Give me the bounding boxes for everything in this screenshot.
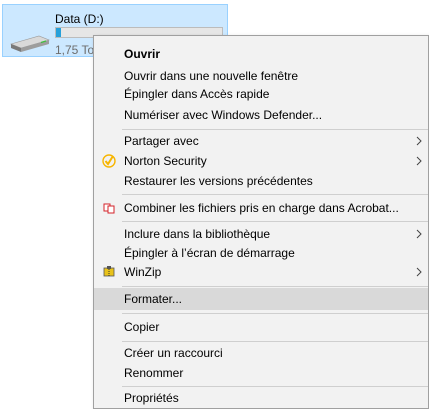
- menu-item-pin-quick-access[interactable]: Épingler dans Accès rapide: [94, 83, 428, 105]
- drive-label: Data (D:): [55, 12, 104, 26]
- menu-item-open[interactable]: Ouvrir: [94, 43, 428, 65]
- menu-item-norton-security[interactable]: Norton Security: [94, 150, 428, 172]
- menu-item-winzip-label: WinZip: [124, 265, 162, 279]
- menu-item-create-shortcut-label: Créer un raccourci: [124, 346, 223, 360]
- menu-item-restore-versions[interactable]: Restaurer les versions précédentes: [94, 170, 428, 192]
- menu-item-share-with-label: Partager avec: [124, 134, 199, 148]
- menu-separator: [122, 286, 428, 287]
- menu-item-scan-defender-label: Numériser avec Windows Defender...: [124, 108, 323, 122]
- menu-item-pin-quick-access-label: Épingler dans Accès rapide: [124, 87, 270, 101]
- menu-separator: [122, 221, 428, 222]
- chevron-right-icon: [416, 267, 422, 277]
- acrobat-icon: [103, 203, 115, 214]
- winzip-icon: [103, 266, 115, 277]
- menu-item-rename[interactable]: Renommer: [94, 362, 428, 384]
- menu-item-properties-label: Propriétés: [124, 391, 179, 405]
- chevron-right-icon: [416, 229, 422, 239]
- menu-separator: [122, 194, 428, 195]
- menu-item-acrobat-combine-label: Combiner les fichiers pris en charge dan…: [124, 201, 399, 215]
- chevron-right-icon: [416, 136, 422, 146]
- menu-item-winzip[interactable]: WinZip: [94, 261, 428, 283]
- menu-item-format-label: Formater...: [124, 292, 183, 306]
- menu-item-acrobat-combine[interactable]: Combiner les fichiers pris en charge dan…: [94, 197, 428, 219]
- menu-item-copy[interactable]: Copier: [94, 316, 428, 338]
- norton-check-icon: [102, 154, 116, 168]
- menu-item-rename-label: Renommer: [124, 366, 184, 380]
- menu-item-norton-security-label: Norton Security: [124, 154, 207, 168]
- menu-item-restore-versions-label: Restaurer les versions précédentes: [124, 174, 313, 188]
- chevron-right-icon: [416, 156, 422, 166]
- hard-drive-icon: [10, 35, 50, 52]
- menu-item-copy-label: Copier: [124, 320, 160, 334]
- menu-item-create-shortcut[interactable]: Créer un raccourci: [94, 342, 428, 364]
- menu-item-scan-defender[interactable]: Numériser avec Windows Defender...: [94, 104, 428, 126]
- menu-item-format[interactable]: Formater...: [94, 288, 428, 310]
- menu-separator: [122, 313, 428, 314]
- menu-item-share-with[interactable]: Partager avec: [94, 130, 428, 152]
- context-menu: Ouvrir Ouvrir dans une nouvelle fenêtre …: [93, 35, 429, 409]
- drive-usage-fill: [56, 28, 61, 37]
- menu-item-open-label: Ouvrir: [124, 47, 161, 61]
- menu-item-properties[interactable]: Propriétés: [94, 387, 428, 409]
